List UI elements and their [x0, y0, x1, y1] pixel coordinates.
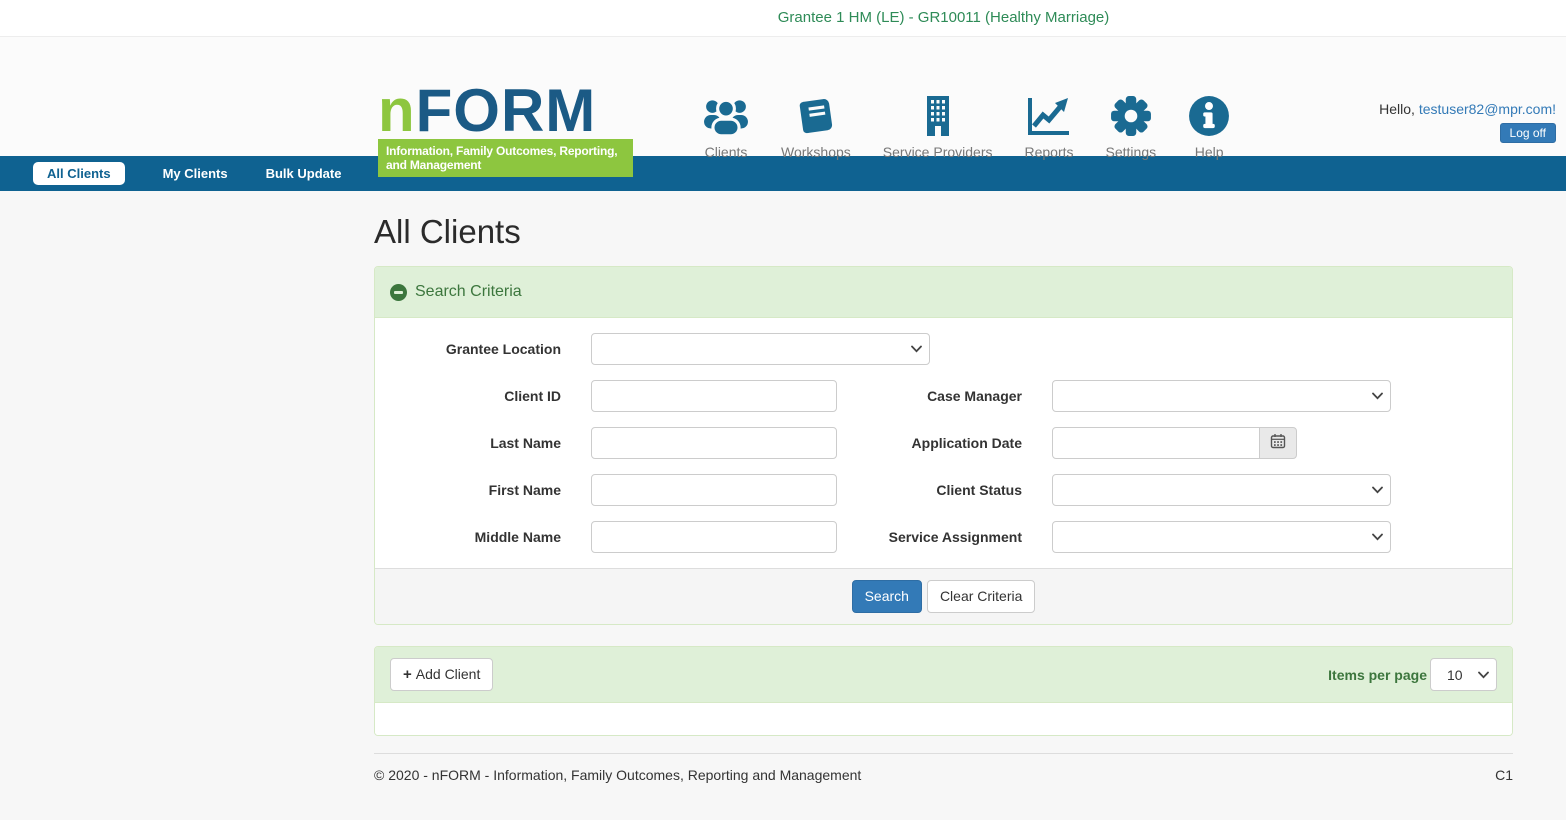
header: nFORM Information, Family Outcomes, Repo… [0, 37, 1566, 156]
log-off-button[interactable]: Log off [1500, 123, 1556, 143]
nav-reports[interactable]: Reports [1024, 93, 1073, 160]
nav-settings[interactable]: Settings [1106, 93, 1157, 160]
last-name-label: Last Name [375, 435, 561, 451]
calendar-button[interactable] [1259, 427, 1297, 459]
middle-name-label: Middle Name [375, 529, 561, 545]
add-client-button[interactable]: + Add Client [390, 658, 493, 691]
collapse-icon[interactable] [390, 284, 407, 301]
results-empty-body [375, 703, 1512, 735]
service-assignment-select[interactable] [1052, 521, 1391, 553]
case-manager-label: Case Manager [837, 388, 1022, 404]
nav-help[interactable]: Help [1188, 93, 1230, 160]
application-date-group [1052, 427, 1297, 459]
nav-label: Service Providers [883, 144, 993, 160]
footer: © 2020 - nFORM - Information, Family Out… [374, 754, 1513, 783]
copyright-text: © 2020 - nFORM - Information, Family Out… [374, 767, 861, 783]
application-date-label: Application Date [837, 435, 1022, 451]
nav-label: Help [1195, 144, 1224, 160]
nav-label: Settings [1106, 144, 1157, 160]
results-toolbar: + Add Client Items per page 10 [375, 647, 1512, 703]
gear-icon [1110, 93, 1152, 139]
items-per-page-label: Items per page [1328, 667, 1427, 683]
service-assignment-label: Service Assignment [837, 529, 1022, 545]
users-icon [703, 93, 749, 139]
calendar-icon [1270, 433, 1286, 454]
nav-label: Workshops [781, 144, 851, 160]
grantee-strip: Grantee 1 HM (LE) - GR10011 (Healthy Mar… [0, 0, 1566, 37]
client-id-label: Client ID [375, 388, 561, 404]
nform-app: Grantee 1 HM (LE) - GR10011 (Healthy Mar… [0, 0, 1566, 821]
search-criteria-body: Grantee Location Client ID Case Manager [375, 318, 1512, 553]
book-icon [795, 93, 837, 139]
nav-clients[interactable]: Clients [703, 93, 749, 160]
clear-criteria-button[interactable]: Clear Criteria [927, 580, 1035, 613]
clients-tab-bar: All Clients My Clients Bulk Update [0, 156, 1566, 191]
first-name-label: First Name [375, 482, 561, 498]
search-criteria-header[interactable]: Search Criteria [375, 267, 1512, 318]
items-per-page-group: Items per page 10 [1328, 658, 1497, 691]
nav-service-providers[interactable]: Service Providers [883, 93, 993, 160]
nform-logo[interactable]: nFORM Information, Family Outcomes, Repo… [378, 82, 633, 177]
logo-tagline: Information, Family Outcomes, Reporting,… [378, 139, 633, 177]
page-code: C1 [1495, 767, 1513, 783]
grantee-location-label: Grantee Location [375, 341, 561, 357]
grantee-location-select[interactable] [591, 333, 930, 365]
main-nav: Clients Workshops [703, 93, 1230, 160]
user-email-link[interactable]: testuser82@mpr.com! [1419, 101, 1556, 117]
client-status-label: Client Status [837, 482, 1022, 498]
items-per-page-select[interactable]: 10 [1430, 658, 1497, 691]
application-date-input[interactable] [1052, 427, 1260, 459]
nav-workshops[interactable]: Workshops [781, 93, 851, 160]
client-status-select[interactable] [1052, 474, 1391, 506]
user-area: Hello, testuser82@mpr.com! Log off [1379, 101, 1556, 143]
nav-label: Clients [705, 144, 748, 160]
search-criteria-title: Search Criteria [415, 283, 522, 301]
info-icon [1188, 93, 1230, 139]
logo-wordmark: nFORM [378, 82, 633, 139]
plus-icon: + [403, 668, 412, 682]
search-actions: Search Clear Criteria [375, 568, 1512, 624]
results-panel: + Add Client Items per page 10 [374, 646, 1513, 736]
first-name-input[interactable] [591, 474, 837, 506]
nav-label: Reports [1024, 144, 1073, 160]
case-manager-select[interactable] [1052, 380, 1391, 412]
search-button[interactable]: Search [852, 580, 922, 613]
content-area: All Clients Search Criteria Grantee Loca… [0, 191, 1566, 820]
page-title: All Clients [374, 191, 1513, 251]
greeting-text: Hello, [1379, 101, 1419, 117]
last-name-input[interactable] [591, 427, 837, 459]
tab-my-clients[interactable]: My Clients [163, 166, 228, 181]
tab-bulk-update[interactable]: Bulk Update [266, 166, 342, 181]
building-icon [918, 93, 958, 139]
client-id-input[interactable] [591, 380, 837, 412]
tab-all-clients[interactable]: All Clients [33, 162, 125, 185]
grantee-name: Grantee 1 HM (LE) - GR10011 (Healthy Mar… [778, 9, 1110, 26]
middle-name-input[interactable] [591, 521, 837, 553]
chart-icon [1026, 93, 1072, 139]
search-criteria-panel: Search Criteria Grantee Location Client … [374, 266, 1513, 625]
